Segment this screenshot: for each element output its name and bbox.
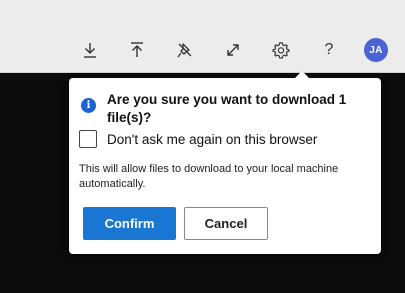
expand-icon[interactable]	[221, 38, 245, 62]
help-label: ?	[324, 41, 334, 58]
help-icon[interactable]: ?	[317, 38, 341, 62]
info-icon: i	[81, 98, 96, 113]
cancel-button[interactable]: Cancel	[184, 207, 268, 240]
dialog-pointer	[294, 71, 310, 79]
confirm-button[interactable]: Confirm	[83, 207, 176, 240]
dialog-description: This will allow files to download to you…	[79, 163, 339, 190]
dialog-title: Are you sure you want to download 1 file…	[107, 92, 347, 125]
unpin-icon[interactable]	[173, 38, 197, 62]
download-confirmation-dialog: i Are you sure you want to download 1 fi…	[69, 71, 381, 254]
download-icon[interactable]	[78, 38, 102, 62]
top-toolbar: ? JA	[0, 0, 405, 73]
gear-icon[interactable]	[269, 38, 293, 62]
upload-icon[interactable]	[125, 38, 149, 62]
dont-ask-again-label[interactable]: Don't ask me again on this browser	[107, 132, 317, 147]
dont-ask-again-checkbox[interactable]	[79, 130, 97, 148]
avatar[interactable]: JA	[364, 38, 388, 62]
